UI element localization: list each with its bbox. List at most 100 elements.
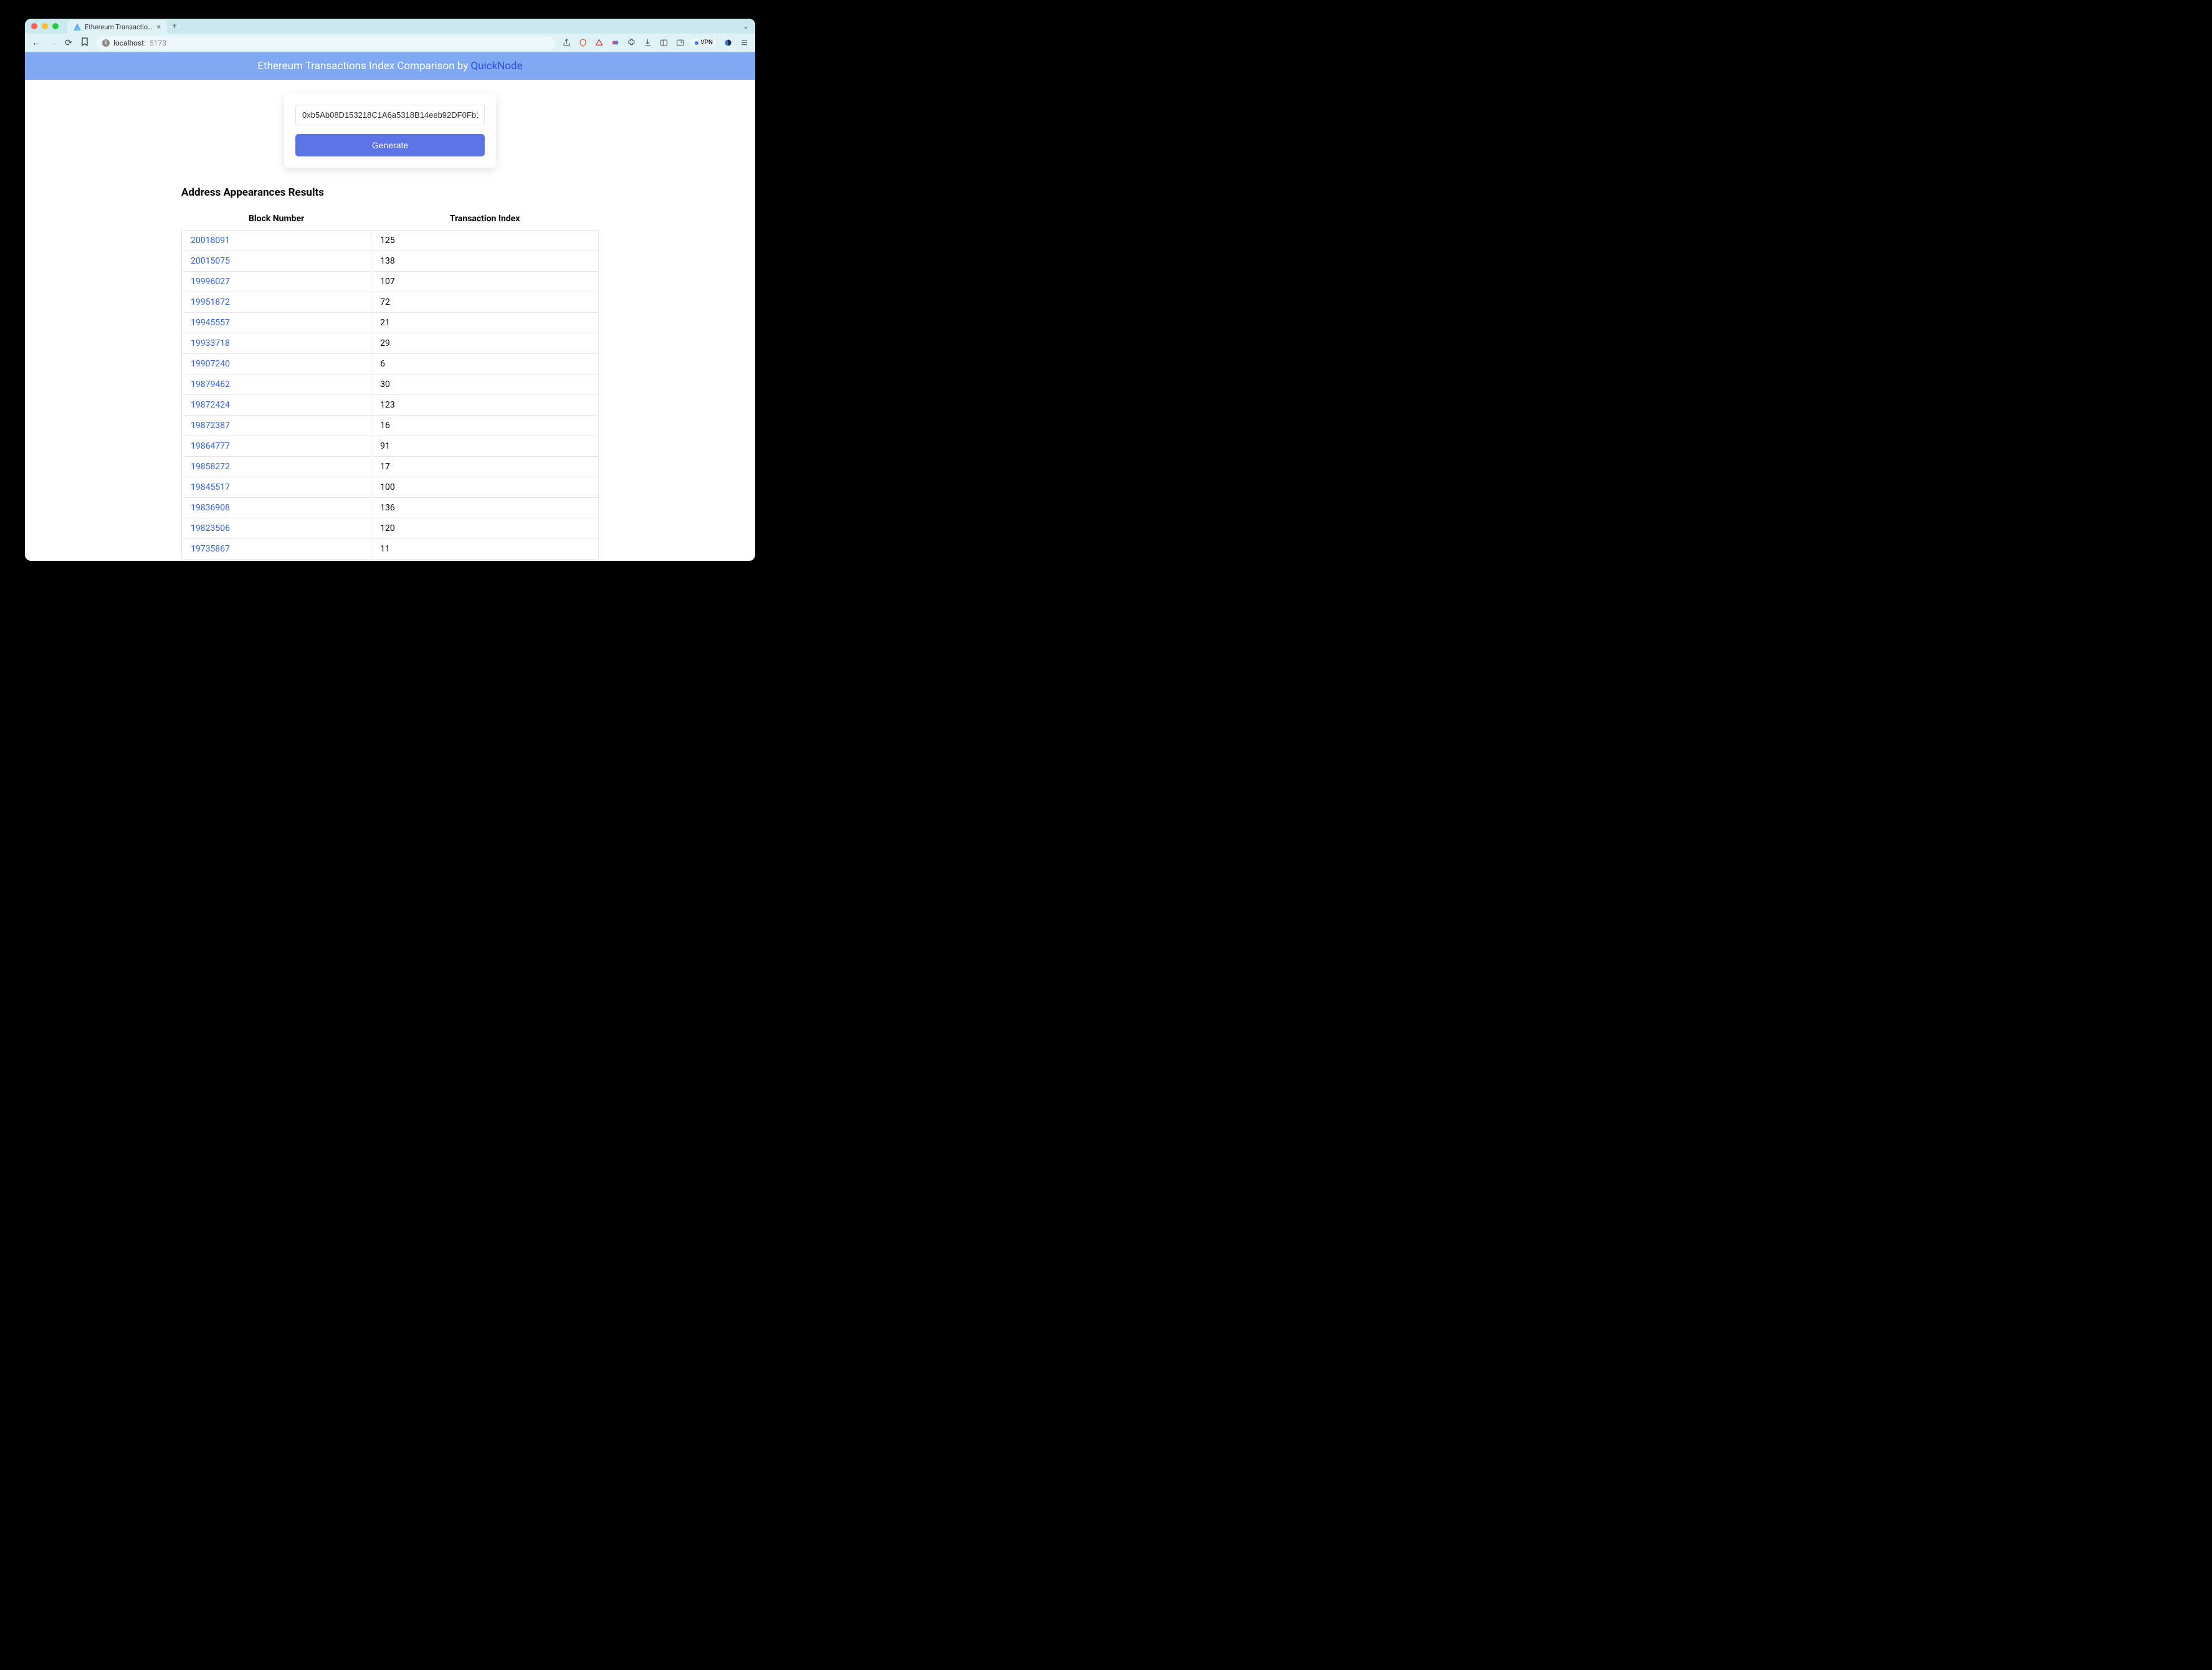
block-number-link[interactable]: 19945557 (191, 318, 230, 328)
cell-transaction-index: 11 (371, 539, 599, 560)
cell-transaction-index: 91 (371, 436, 599, 457)
table-row: 19845517100 (182, 477, 599, 498)
table-row: 1985827217 (182, 457, 599, 477)
table-row: 20015075 138 (182, 251, 599, 272)
vpn-status-dot-icon (695, 41, 698, 45)
table-row: 19933718 29 (182, 333, 599, 354)
block-number-link[interactable]: 19872387 (191, 421, 230, 431)
tab-strip: Ethereum Transactions Index × + ⌄ (25, 19, 755, 34)
cell-transaction-index: 6 (371, 354, 599, 375)
cell-block-number: 19996027 (182, 272, 371, 292)
table-row: 19951872 72 (182, 292, 599, 313)
cell-block-number: 20015075 (182, 251, 371, 272)
cell-transaction-index: 138 (371, 251, 599, 272)
table-row: 20018091 125 (182, 231, 599, 251)
cell-transaction-index: 16 (371, 416, 599, 436)
site-info-icon[interactable]: i (102, 39, 110, 47)
cell-block-number: 19823506 (182, 518, 371, 539)
url-host: localhost: (113, 39, 146, 47)
browser-tab[interactable]: Ethereum Transactions Index × (67, 20, 167, 34)
cell-block-number: 19845517 (182, 477, 371, 498)
window-minimize-button[interactable] (42, 23, 48, 29)
cell-transaction-index: 30 (371, 375, 599, 395)
table-row: 19735867 11 (182, 539, 599, 560)
table-row: 1994555721 (182, 313, 599, 333)
col-block-number: Block Number (182, 208, 371, 231)
cell-transaction-index: 123 (371, 395, 599, 416)
cell-block-number: 19951872 (182, 292, 371, 313)
table-row: 19864777 91 (182, 436, 599, 457)
wallet-extension-icon[interactable] (610, 38, 620, 48)
cell-transaction-index: 29 (371, 333, 599, 354)
cell-block-number: 19945557 (182, 313, 371, 333)
block-number-link[interactable]: 19858272 (191, 462, 230, 472)
block-number-link[interactable]: 19951872 (191, 297, 230, 307)
traffic-lights (31, 23, 59, 29)
generate-button[interactable]: Generate (295, 134, 485, 156)
sidebar-toggle-icon[interactable] (659, 38, 669, 48)
vpn-label: VPN (700, 39, 713, 46)
block-number-link[interactable]: 19864777 (191, 441, 230, 451)
cell-block-number: 19735867 (182, 539, 371, 560)
cell-transaction-index: 136 (371, 498, 599, 518)
extensions-icon[interactable] (626, 38, 636, 48)
header-title: Ethereum Transactions Index Comparison b… (257, 60, 470, 72)
window-maximize-button[interactable] (52, 23, 59, 29)
bookmark-icon[interactable] (80, 37, 90, 49)
reader-mode-icon[interactable] (675, 38, 685, 48)
cell-block-number: 19872424 (182, 395, 371, 416)
address-input[interactable] (295, 105, 485, 125)
page-header: Ethereum Transactions Index Comparison b… (25, 52, 755, 80)
cell-transaction-index: 120 (371, 518, 599, 539)
cell-transaction-index: 72 (371, 292, 599, 313)
table-row: 19823506 120 (182, 518, 599, 539)
results-section: Address Appearances Results Block Number… (181, 186, 599, 560)
cell-block-number: 19864777 (182, 436, 371, 457)
block-number-link[interactable]: 19823506 (191, 523, 230, 533)
block-number-link[interactable]: 19872424 (191, 400, 230, 410)
tabs-overflow-button[interactable]: ⌄ (743, 22, 749, 31)
cell-transaction-index: 125 (371, 231, 599, 251)
profile-icon[interactable] (723, 38, 733, 48)
block-number-link[interactable]: 19996027 (191, 277, 230, 287)
share-icon[interactable] (561, 38, 571, 48)
page-viewport[interactable]: Ethereum Transactions Index Comparison b… (25, 52, 755, 561)
block-number-link[interactable]: 20015075 (191, 256, 230, 266)
block-number-link[interactable]: 19735867 (191, 544, 230, 554)
table-row: 19907240 6 (182, 354, 599, 375)
menu-icon[interactable] (739, 38, 749, 48)
col-transaction-index: Transaction Index (371, 208, 599, 231)
block-number-link[interactable]: 19845517 (191, 482, 230, 492)
block-number-link[interactable]: 20018091 (191, 236, 230, 246)
results-heading: Address Appearances Results (181, 186, 599, 199)
browser-window: Ethereum Transactions Index × + ⌄ ← → ⟳ … (25, 19, 755, 561)
block-number-link[interactable]: 19879462 (191, 379, 230, 389)
brave-rewards-icon[interactable] (594, 38, 604, 48)
cell-block-number: 19858272 (182, 457, 371, 477)
forward-button[interactable]: → (47, 37, 57, 48)
table-row: 19996027 107 (182, 272, 599, 292)
block-number-link[interactable]: 19907240 (191, 359, 230, 369)
vpn-indicator[interactable]: VPN (691, 39, 717, 47)
browser-toolbar: ← → ⟳ i localhost: 5173 (25, 34, 755, 52)
table-row: 19872424 123 (182, 395, 599, 416)
block-number-link[interactable]: 19836908 (191, 503, 230, 513)
input-card: Generate (284, 93, 496, 168)
cell-block-number: 19872387 (182, 416, 371, 436)
tab-close-button[interactable]: × (157, 22, 161, 31)
cell-transaction-index: 107 (371, 272, 599, 292)
table-row: 19872387 16 (182, 416, 599, 436)
brave-shield-icon[interactable] (578, 38, 588, 48)
block-number-link[interactable]: 19933718 (191, 338, 230, 348)
url-port: 5173 (150, 39, 166, 47)
tab-title: Ethereum Transactions Index (85, 23, 153, 31)
reload-button[interactable]: ⟳ (64, 38, 74, 48)
header-quicknode-link[interactable]: QuickNode (470, 60, 522, 72)
toolbar-right-icons: VPN (561, 38, 749, 48)
window-close-button[interactable] (31, 23, 37, 29)
address-bar[interactable]: i localhost: 5173 (96, 36, 555, 50)
new-tab-button[interactable]: + (172, 21, 177, 31)
table-row: 19879462 30 (182, 375, 599, 395)
downloads-icon[interactable] (642, 38, 652, 48)
back-button[interactable]: ← (31, 37, 41, 48)
